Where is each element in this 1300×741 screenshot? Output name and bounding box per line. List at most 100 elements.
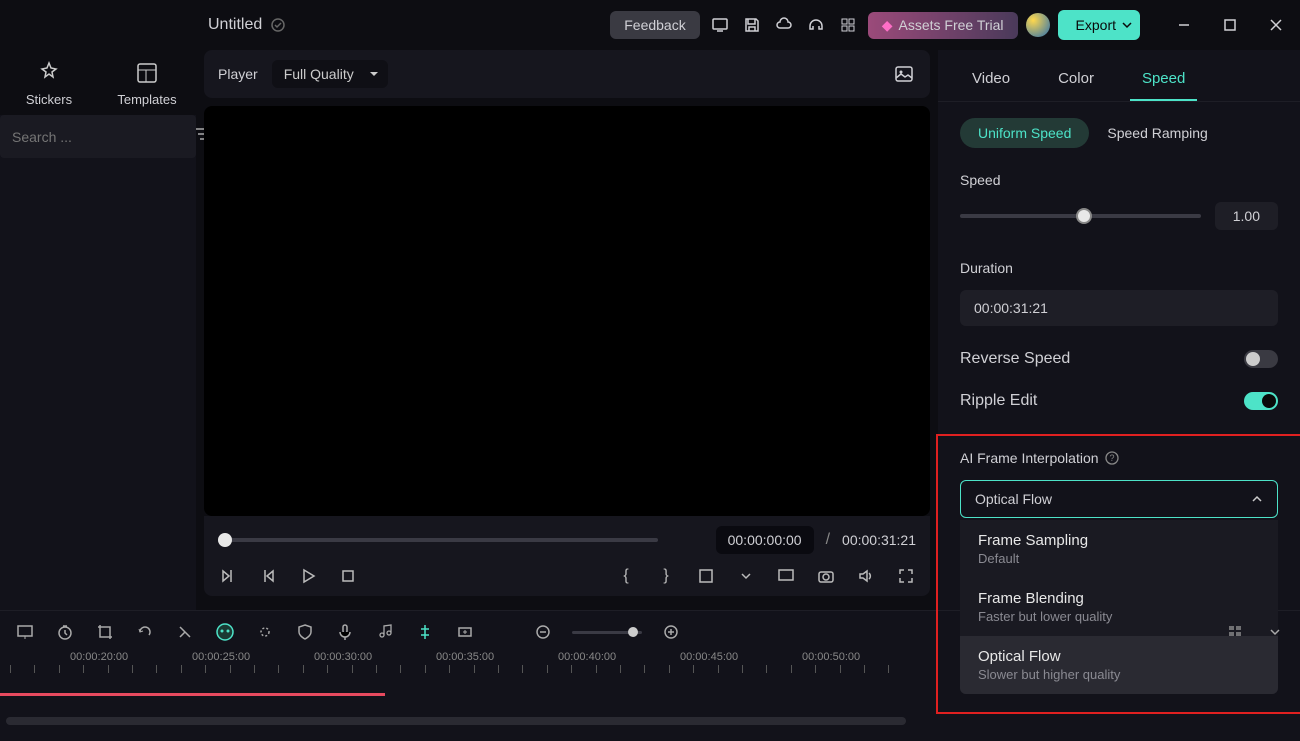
- tl-shield-icon[interactable]: [294, 621, 316, 643]
- saved-check-icon: [270, 17, 286, 33]
- quality-value: Full Quality: [284, 66, 354, 82]
- left-sidebar: Stickers Templates: [0, 50, 196, 610]
- dd-sub: Default: [978, 551, 1260, 566]
- duration-label: Duration: [960, 260, 1278, 276]
- feedback-button[interactable]: Feedback: [610, 11, 699, 39]
- tl-view-icon[interactable]: [1224, 621, 1246, 643]
- player-panel: Player Full Quality 00:00:00:00 / 00:00:…: [196, 50, 938, 610]
- duration-input[interactable]: 00:00:31:21: [960, 290, 1278, 326]
- tl-crop-icon[interactable]: [94, 621, 116, 643]
- tl-ai-icon[interactable]: [214, 621, 236, 643]
- dd-title: Frame Blending: [978, 590, 1260, 607]
- minimize-button[interactable]: [1172, 13, 1196, 37]
- category-label: Stickers: [26, 92, 72, 107]
- ruler-mark: 00:00:50:00: [802, 651, 860, 663]
- tl-monitor-icon[interactable]: [14, 621, 36, 643]
- headphones-icon[interactable]: [804, 13, 828, 37]
- timeline-ruler[interactable]: 00:00:20:00 00:00:25:00 00:00:30:00 00:0…: [0, 651, 1300, 669]
- next-frame-button[interactable]: [258, 566, 278, 586]
- mark-in-icon[interactable]: {: [616, 566, 636, 586]
- chevron-down-icon: [1122, 20, 1132, 30]
- reverse-speed-label: Reverse Speed: [960, 350, 1070, 368]
- ruler-mark: 00:00:45:00: [680, 651, 738, 663]
- chevron-down-icon[interactable]: [1264, 621, 1286, 643]
- video-preview[interactable]: [204, 106, 930, 516]
- close-button[interactable]: [1264, 13, 1288, 37]
- tab-speed[interactable]: Speed: [1130, 62, 1197, 101]
- tab-video[interactable]: Video: [960, 62, 1022, 101]
- category-stickers[interactable]: Stickers: [0, 50, 98, 115]
- ruler-mark: 00:00:25:00: [192, 651, 250, 663]
- tl-aspect-icon[interactable]: [454, 621, 476, 643]
- grid-icon[interactable]: [836, 13, 860, 37]
- speed-ramping-tab[interactable]: Speed Ramping: [1107, 118, 1207, 148]
- tl-effects-icon[interactable]: [254, 621, 276, 643]
- zoom-slider[interactable]: [572, 631, 642, 634]
- tl-timer-icon[interactable]: [54, 621, 76, 643]
- doc-title: Untitled: [200, 16, 286, 34]
- save-icon[interactable]: [740, 13, 764, 37]
- tl-mic-icon[interactable]: [334, 621, 356, 643]
- speed-value[interactable]: 1.00: [1215, 202, 1278, 230]
- zoom-out-button[interactable]: [532, 621, 554, 643]
- search-row: [0, 115, 196, 158]
- clip-track[interactable]: [0, 693, 385, 696]
- globe-icon[interactable]: [1026, 13, 1050, 37]
- dd-sub: Faster but lower quality: [978, 609, 1260, 624]
- speed-slider-handle[interactable]: [1076, 208, 1092, 224]
- ai-selected-value: Optical Flow: [975, 491, 1052, 507]
- snapshot-icon[interactable]: [816, 566, 836, 586]
- assets-trial-button[interactable]: ◆ Assets Free Trial: [868, 12, 1018, 39]
- chevron-down-icon[interactable]: [736, 566, 756, 586]
- templates-icon: [134, 60, 160, 86]
- time-total: 00:00:31:21: [842, 532, 916, 548]
- prev-frame-button[interactable]: [218, 566, 238, 586]
- playback-handle[interactable]: [218, 533, 232, 547]
- ripple-edit-label: Ripple Edit: [960, 392, 1037, 410]
- fullscreen-icon[interactable]: [896, 566, 916, 586]
- chevron-up-icon: [1251, 493, 1263, 505]
- dd-title: Frame Sampling: [978, 532, 1260, 549]
- timeline-tracks[interactable]: [0, 669, 1300, 729]
- reverse-speed-toggle[interactable]: [1244, 350, 1278, 368]
- volume-icon[interactable]: [856, 566, 876, 586]
- svg-text:?: ?: [1109, 453, 1114, 463]
- tl-rotate-icon[interactable]: [134, 621, 156, 643]
- tl-more-icon[interactable]: [174, 621, 196, 643]
- cloud-icon[interactable]: [772, 13, 796, 37]
- export-button[interactable]: Export: [1058, 10, 1140, 40]
- time-current: 00:00:00:00: [716, 526, 814, 554]
- monitor-icon[interactable]: [708, 13, 732, 37]
- stop-button[interactable]: [338, 566, 358, 586]
- zoom-in-button[interactable]: [660, 621, 682, 643]
- ai-interpolation-select[interactable]: Optical Flow: [960, 480, 1278, 518]
- tl-cut-icon[interactable]: [414, 621, 436, 643]
- quality-select[interactable]: Full Quality: [272, 60, 388, 88]
- ripple-edit-toggle[interactable]: [1244, 392, 1278, 410]
- uniform-speed-tab[interactable]: Uniform Speed: [960, 118, 1089, 148]
- ruler-mark: 00:00:30:00: [314, 651, 372, 663]
- ruler-mark: 00:00:35:00: [436, 651, 494, 663]
- time-separator: /: [826, 531, 830, 549]
- properties-panel: Video Color Speed Uniform Speed Speed Ra…: [938, 50, 1300, 610]
- search-input[interactable]: [12, 129, 193, 145]
- mark-out-icon[interactable]: }: [656, 566, 676, 586]
- titlebar: Untitled Feedback ◆ Assets Free Trial Ex…: [0, 0, 1300, 50]
- picture-icon[interactable]: [892, 62, 916, 86]
- speed-slider[interactable]: [960, 214, 1201, 218]
- ai-option-frame-sampling[interactable]: Frame Sampling Default: [960, 520, 1278, 578]
- ai-label: AI Frame Interpolation: [960, 450, 1099, 466]
- tab-color[interactable]: Color: [1046, 62, 1106, 101]
- category-templates[interactable]: Templates: [98, 50, 196, 115]
- display-icon[interactable]: [776, 566, 796, 586]
- help-icon[interactable]: ?: [1105, 451, 1119, 465]
- crop-icon[interactable]: [696, 566, 716, 586]
- tl-music-icon[interactable]: [374, 621, 396, 643]
- player-label: Player: [218, 66, 258, 82]
- timeline-scrollbar[interactable]: [6, 717, 906, 725]
- playback-slider[interactable]: [218, 538, 658, 542]
- maximize-button[interactable]: [1218, 13, 1242, 37]
- export-label: Export: [1076, 17, 1116, 33]
- ruler-mark: 00:00:20:00: [70, 651, 128, 663]
- play-button[interactable]: [298, 566, 318, 586]
